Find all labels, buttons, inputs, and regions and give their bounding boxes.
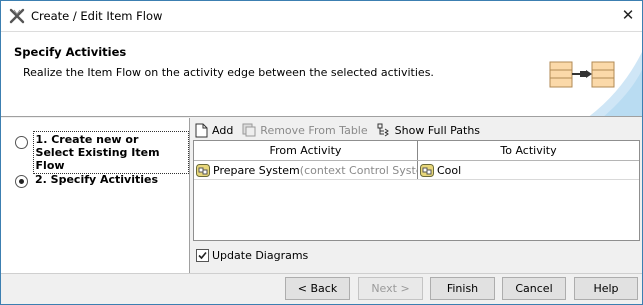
x-logo-icon — [9, 8, 25, 24]
table-row[interactable]: Prepare System (context Control System) … — [194, 161, 639, 180]
next-button[interactable]: Next > — [358, 277, 423, 300]
add-button[interactable]: Add — [195, 123, 233, 138]
activities-table: From Activity To Activity Prepare System… — [193, 140, 640, 241]
title-bar: Create / Edit Item Flow ✕ — [1, 1, 642, 31]
step-1-radio[interactable] — [15, 136, 28, 149]
remove-label: Remove From Table — [260, 123, 368, 137]
step-create-or-select[interactable]: 1. Create new or Select Existing Item Fl… — [15, 131, 189, 174]
column-header-from-activity[interactable]: From Activity — [194, 141, 418, 160]
update-diagrams-option[interactable]: Update Diagrams — [196, 249, 308, 262]
header-title: Specify Activities — [14, 45, 127, 59]
from-activity-cell[interactable]: Prepare System (context Control System) — [194, 161, 418, 179]
back-button[interactable]: < Back — [285, 277, 350, 300]
show-paths-label: Show Full Paths — [394, 123, 481, 137]
close-button[interactable]: ✕ — [620, 7, 636, 23]
cancel-button[interactable]: Cancel — [502, 277, 566, 300]
remove-icon — [242, 123, 256, 137]
activity-icon — [196, 163, 210, 177]
tree-paths-icon — [377, 123, 389, 137]
item-flow-diagram-icon — [549, 52, 642, 116]
step-1-label: 1. Create new or Select Existing Item Fl… — [32, 131, 189, 174]
to-activity-cell[interactable]: Cool — [418, 161, 639, 179]
dialog-window: Create / Edit Item Flow ✕ Specify Activi… — [0, 0, 643, 305]
new-document-icon — [195, 123, 208, 137]
help-button[interactable]: Help — [574, 277, 638, 300]
step-2-label: 2. Specify Activities — [35, 173, 159, 186]
from-activity-context: (context Control System) — [299, 163, 417, 177]
add-label: Add — [212, 123, 234, 137]
update-diagrams-label: Update Diagrams — [212, 249, 309, 262]
column-header-to-activity[interactable]: To Activity — [418, 141, 639, 160]
button-bar: < Back Next > Finish Cancel Help — [1, 273, 642, 304]
wizard-steps-panel: 1. Create new or Select Existing Item Fl… — [1, 118, 190, 273]
content-panel: Add Remove From Table Show Full Paths Fr… — [191, 118, 642, 273]
finish-button[interactable]: Finish — [430, 277, 495, 300]
window-title: Create / Edit Item Flow — [31, 9, 163, 23]
wizard-header: Specify Activities Realize the Item Flow… — [1, 31, 642, 117]
to-activity-name: Cool — [437, 163, 462, 177]
table-header: From Activity To Activity — [194, 141, 639, 161]
checkmark-icon — [198, 251, 207, 260]
header-description: Realize the Item Flow on the activity ed… — [23, 66, 434, 79]
update-diagrams-checkbox[interactable] — [196, 249, 209, 262]
from-activity-name: Prepare System — [213, 163, 300, 177]
step-specify-activities[interactable]: 2. Specify Activities — [15, 170, 160, 189]
remove-from-table-button[interactable]: Remove From Table — [242, 123, 368, 137]
show-full-paths-button[interactable]: Show Full Paths — [377, 123, 480, 137]
activity-icon — [420, 163, 434, 177]
step-2-radio[interactable] — [15, 175, 28, 188]
table-toolbar: Add Remove From Table Show Full Paths — [195, 121, 489, 139]
